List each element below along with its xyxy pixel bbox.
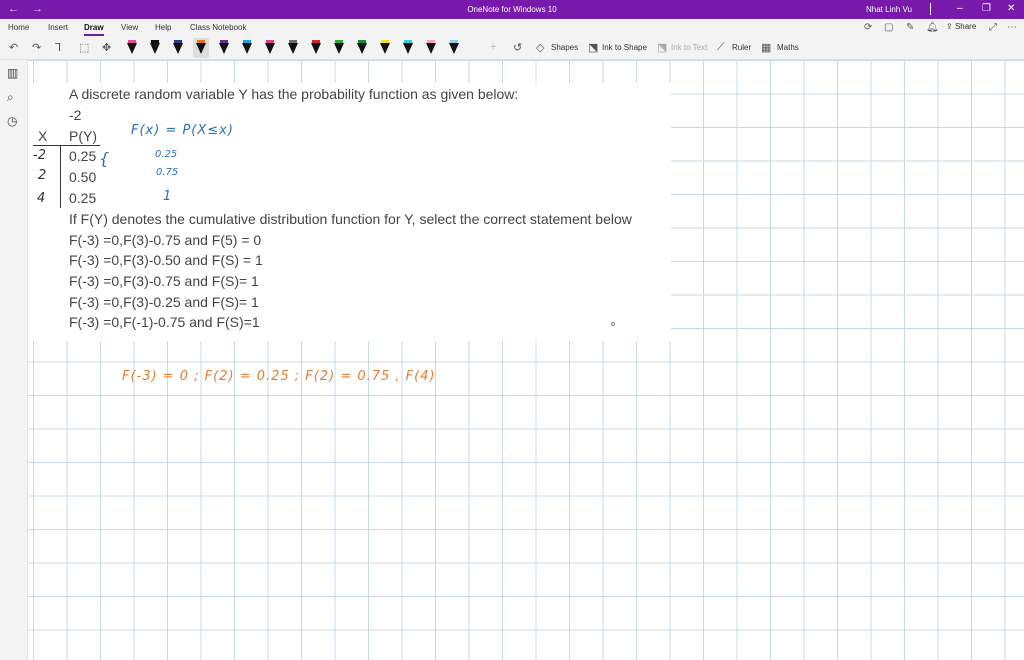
tab-insert[interactable]: Insert [48, 23, 68, 32]
pen-icon [150, 43, 160, 54]
more-icon[interactable]: ⋯ [1007, 22, 1017, 33]
pen-5[interactable] [216, 38, 232, 58]
ink-replay-icon[interactable]: ↺ [513, 41, 522, 54]
bell-icon[interactable]: 🔔︎ [926, 22, 939, 33]
pen-4[interactable] [193, 38, 209, 58]
recent-icon[interactable]: ◷ [7, 114, 17, 128]
ink-orange-work[interactable]: F(-3) = 0 ; F(2) = 0.25 ; F(2) = 0.75 , … [122, 369, 436, 384]
search-icon[interactable]: ⌕ [7, 90, 14, 105]
pen-icon [311, 43, 321, 54]
lasso-select-icon[interactable]: ⬚ [79, 41, 89, 54]
edit-icon[interactable]: ✎ [906, 22, 914, 33]
option-3[interactable]: F(-3) =0,F(3)-0.75 and F(S)= 1 [69, 273, 259, 289]
pen-15[interactable] [446, 38, 462, 58]
pen-icon [196, 43, 206, 54]
pen-7[interactable] [262, 38, 278, 58]
close-icon[interactable]: ✕ [1007, 3, 1015, 14]
pen-icon [173, 43, 183, 54]
share-button[interactable]: ⇪ Share [946, 22, 976, 31]
pen-14[interactable] [423, 38, 439, 58]
pen-12[interactable] [377, 38, 393, 58]
prompt-text: If F(Y) denotes the cumulative distribut… [69, 211, 632, 227]
tab-class-notebook[interactable]: Class Notebook [190, 23, 246, 32]
pen-3[interactable] [170, 38, 186, 58]
table-header-p: P(Y) [69, 128, 97, 144]
p-value-2: 0.50 [69, 169, 97, 185]
pen-1[interactable] [124, 38, 140, 58]
tab-home[interactable]: Home [8, 23, 29, 32]
type-icon[interactable]: Ꞁ [55, 41, 61, 54]
redo-icon[interactable]: ↷ [32, 41, 41, 54]
pen-2[interactable] [147, 38, 163, 58]
title-separator [930, 3, 931, 15]
cursor-dot [611, 322, 615, 326]
p-value-3: 0.25 [69, 190, 97, 206]
ruler-icon[interactable]: ⟋ [717, 41, 725, 54]
stray-value: -2 [69, 107, 82, 123]
share-label: Share [954, 22, 977, 31]
pen-icon [449, 43, 459, 54]
shapes-icon[interactable]: ◇ [536, 41, 544, 54]
pen-9[interactable] [308, 38, 324, 58]
question-text: A discrete random variable Y has the pro… [69, 86, 519, 102]
option-5[interactable]: F(-3) =0,F(-1)-0.75 and F(S)=1 [69, 314, 260, 330]
pen-icon [127, 43, 137, 54]
ink-cdf-value-1[interactable]: 0.25 [155, 149, 177, 160]
pen-6[interactable] [239, 38, 255, 58]
user-name[interactable]: Nhat Linh Vu [866, 5, 912, 14]
notebooks-icon[interactable]: ▥ [7, 66, 18, 80]
shapes-button[interactable]: Shapes [551, 43, 578, 52]
pen-icon [380, 43, 390, 54]
maths-button[interactable]: Maths [777, 43, 799, 52]
tab-draw[interactable]: Draw [84, 23, 104, 36]
option-2[interactable]: F(-3) =0,F(3)-0.50 and F(S) = 1 [69, 252, 263, 268]
ink-to-text-icon: ⬔ [657, 42, 668, 54]
pen-icon [357, 43, 367, 54]
ink-brace[interactable]: { [99, 149, 109, 168]
pen-icon [426, 43, 436, 54]
add-space-icon[interactable]: ✥ [102, 41, 111, 54]
ink-cdf-value-3[interactable]: 1 [163, 189, 171, 204]
p-value-1: 0.25 [69, 148, 97, 164]
draw-toolbar: ↶ ↷ Ꞁ ⬚ ✥ + ↺ ◇ Shapes ⬔ Ink to Shape ⬔ … [0, 36, 1024, 60]
expand-icon[interactable]: ⤢ [989, 22, 997, 33]
undo-icon[interactable]: ↶ [9, 41, 18, 54]
tab-help[interactable]: Help [155, 23, 171, 32]
ink-to-shape-icon[interactable]: ⬔ [588, 41, 598, 54]
option-4[interactable]: F(-3) =0,F(3)-0.25 and F(S)= 1 [69, 294, 259, 310]
title-bar: ← → OneNote for Windows 10 Nhat Linh Vu … [0, 0, 1024, 19]
add-pen-icon[interactable]: + [490, 41, 496, 53]
pen-icon [242, 43, 252, 54]
ink-to-text-button[interactable]: Ink to Text [671, 43, 707, 52]
pen-icon [403, 43, 413, 54]
table-divider-vertical [60, 146, 61, 208]
navigation-rail: ▥ ⌕ ◷ [0, 60, 28, 660]
option-1[interactable]: F(-3) =0,F(3)-0.75 and F(5) = 0 [69, 232, 261, 248]
ruler-button[interactable]: Ruler [732, 43, 751, 52]
pen-icon [288, 43, 298, 54]
tab-view[interactable]: View [121, 23, 138, 32]
minimize-icon[interactable]: – [957, 3, 963, 14]
table-header-x: X [38, 128, 48, 144]
ink-x-value-2[interactable]: 2 [38, 168, 46, 183]
ribbon-tabs: Home Insert Draw View Help Class Noteboo… [0, 19, 1024, 36]
ink-to-shape-button[interactable]: Ink to Shape [602, 43, 647, 52]
pen-11[interactable] [354, 38, 370, 58]
ink-x-value-1[interactable]: -2 [33, 148, 46, 163]
restore-icon[interactable]: ❐ [982, 3, 991, 14]
pen-icon [265, 43, 275, 54]
pen-10[interactable] [331, 38, 347, 58]
ink-x-value-3[interactable]: 4 [37, 191, 45, 206]
pen-icon [219, 43, 229, 54]
ink-cdf-value-2[interactable]: 0.75 [156, 167, 178, 178]
pen-13[interactable] [400, 38, 416, 58]
ink-cdf-definition[interactable]: F(x) = P(X≤x) [131, 123, 234, 138]
pen-icon [334, 43, 344, 54]
maths-icon[interactable]: ▦ [761, 41, 771, 54]
table-divider-horizontal [33, 145, 100, 146]
notebook-icon[interactable]: ▢ [884, 22, 893, 33]
sync-icon[interactable]: ⟳ [864, 22, 872, 33]
pen-8[interactable] [285, 38, 301, 58]
